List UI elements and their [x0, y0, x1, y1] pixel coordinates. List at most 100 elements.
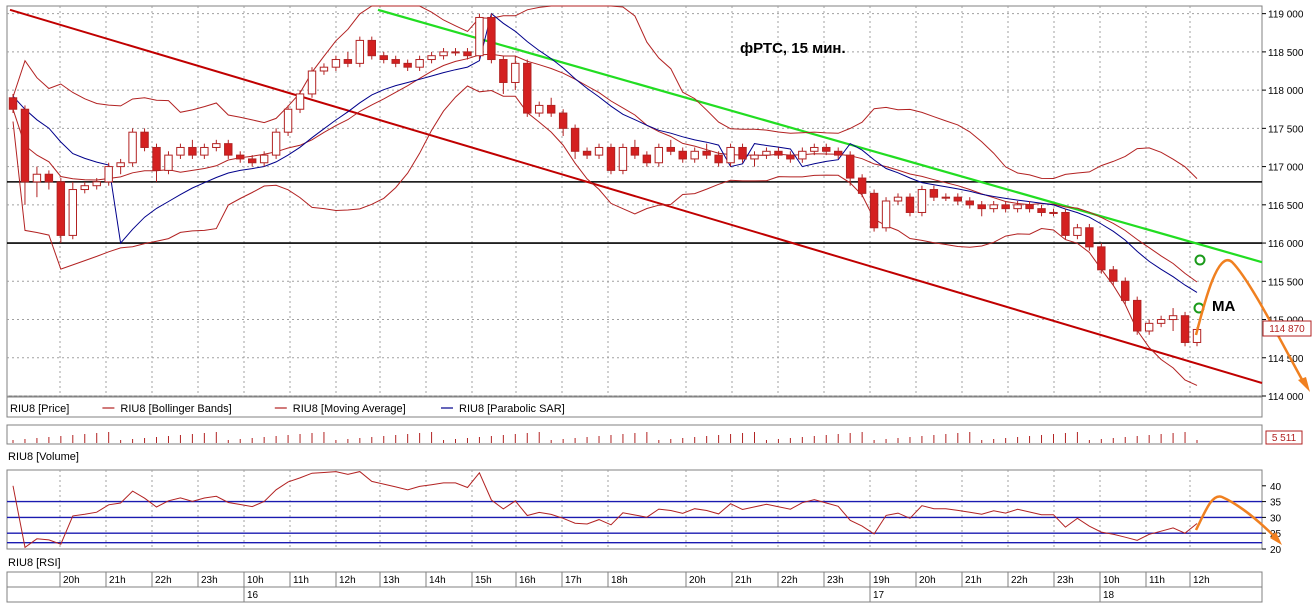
candle-body-34: [415, 59, 424, 68]
candle-body-56: [678, 150, 687, 160]
candle-body-80: [965, 200, 974, 206]
candle-body-43: [523, 62, 532, 114]
candle-body-68: [822, 146, 831, 152]
candle-body-7: [92, 181, 101, 187]
candle-body-93: [1121, 280, 1130, 301]
hour-label-18: 20h: [919, 575, 936, 586]
day-label-0: 16: [247, 590, 259, 601]
time-axis-days-frame: [6, 586, 1263, 603]
legend-item-1: RIU8 [Bollinger Bands]: [120, 403, 231, 415]
candle-body-38: [463, 51, 472, 57]
hour-label-23: 11h: [1149, 575, 1165, 586]
hour-label-2: 22h: [155, 575, 172, 586]
candle-body-67: [810, 146, 819, 152]
candle-body-58: [702, 150, 711, 156]
candle-body-15: [188, 146, 197, 156]
price-tick-label-9: 118 500: [1268, 48, 1304, 59]
candle-body-29: [355, 39, 365, 64]
candle-body-20: [247, 158, 257, 164]
candle-body-26: [319, 66, 329, 72]
candle-body-77: [929, 189, 939, 198]
candle-body-16: [200, 146, 209, 156]
candle-body-94: [1132, 299, 1142, 332]
candle-body-72: [869, 192, 879, 229]
candle-body-78: [941, 196, 951, 199]
rsi-tick-label-2: 30: [1270, 513, 1282, 524]
hour-label-15: 22h: [781, 575, 798, 586]
hour-label-11: 17h: [565, 575, 582, 586]
hour-label-0: 20h: [63, 575, 80, 586]
rsi-label: RIU8 [RSI]: [8, 557, 61, 569]
candle-body-1: [20, 108, 30, 183]
hour-label-16: 23h: [827, 575, 844, 586]
candle-body-79: [953, 196, 963, 202]
candle-body-39: [475, 16, 484, 57]
hour-label-12: 18h: [611, 575, 628, 586]
candle-body-63: [762, 150, 771, 156]
hour-label-5: 11h: [293, 575, 309, 586]
candle-body-36: [439, 51, 448, 57]
candle-body-37: [451, 51, 460, 54]
candle-body-91: [1097, 246, 1106, 271]
hour-label-19: 21h: [965, 575, 982, 586]
candle-body-18: [224, 143, 233, 156]
candle-body-33: [403, 62, 412, 68]
chart-window: 114 000114 500115 000115 500116 000116 5…: [0, 0, 1316, 605]
legend-item-3: RIU8 [Parabolic SAR]: [459, 403, 565, 415]
price-tick-label-7: 117 500: [1268, 124, 1304, 135]
candle-body-3: [44, 173, 54, 183]
candle-body-88: [1061, 211, 1070, 236]
candle-body-65: [786, 154, 795, 160]
hour-label-4: 10h: [247, 575, 264, 586]
candle-body-10: [128, 131, 137, 164]
price-tick-label-8: 118 000: [1268, 86, 1304, 97]
candle-body-13: [164, 154, 173, 171]
candle-body-27: [331, 59, 341, 68]
candle-body-84: [1013, 204, 1022, 210]
candle-body-76: [917, 189, 927, 213]
candle-body-19: [236, 154, 245, 160]
candle-body-49: [594, 146, 604, 156]
candle-body-22: [271, 131, 281, 156]
candle-body-5: [68, 189, 78, 236]
candle-body-97: [1168, 315, 1178, 321]
rsi-panel-frame: [6, 469, 1263, 550]
candle-body-96: [1156, 319, 1166, 324]
candle-body-81: [977, 204, 986, 210]
hour-label-20: 22h: [1011, 575, 1028, 586]
candle-body-64: [774, 150, 783, 156]
day-label-2: 18: [1103, 590, 1115, 601]
candle-body-87: [1049, 211, 1058, 214]
candle-body-55: [666, 146, 675, 152]
candle-body-4: [56, 181, 66, 236]
candle-body-30: [367, 39, 376, 57]
candle-body-48: [582, 150, 592, 156]
candle-body-40: [487, 16, 496, 61]
candle-body-6: [80, 185, 89, 191]
hour-label-6: 12h: [339, 575, 356, 586]
hour-label-14: 21h: [735, 575, 752, 586]
candle-body-86: [1037, 208, 1046, 213]
candle-body-98: [1180, 315, 1190, 343]
candle-body-73: [881, 200, 891, 229]
candle-body-60: [726, 146, 735, 164]
candle-body-25: [307, 70, 317, 95]
price-tick-label-6: 117 000: [1268, 163, 1304, 174]
hour-label-21: 23h: [1057, 575, 1074, 586]
candle-body-21: [259, 154, 269, 164]
hour-label-10: 16h: [519, 575, 536, 586]
price-tick-label-4: 116 000: [1268, 239, 1304, 250]
price-tick-label-10: 119 000: [1268, 10, 1304, 21]
volume-last-label: 5 511: [1272, 433, 1297, 444]
annotation-ma: МА: [1212, 298, 1235, 315]
candle-body-28: [343, 59, 353, 64]
hour-label-1: 21h: [109, 575, 126, 586]
rsi-tick-label-4: 40: [1270, 482, 1282, 493]
hour-label-7: 13h: [383, 575, 400, 586]
candle-body-62: [750, 154, 759, 160]
price-tick-label-0: 114 000: [1268, 392, 1304, 403]
candle-body-75: [905, 196, 915, 213]
candle-body-44: [535, 104, 544, 114]
day-label-1: 17: [873, 590, 885, 601]
rsi-tick-label-3: 35: [1270, 498, 1282, 509]
